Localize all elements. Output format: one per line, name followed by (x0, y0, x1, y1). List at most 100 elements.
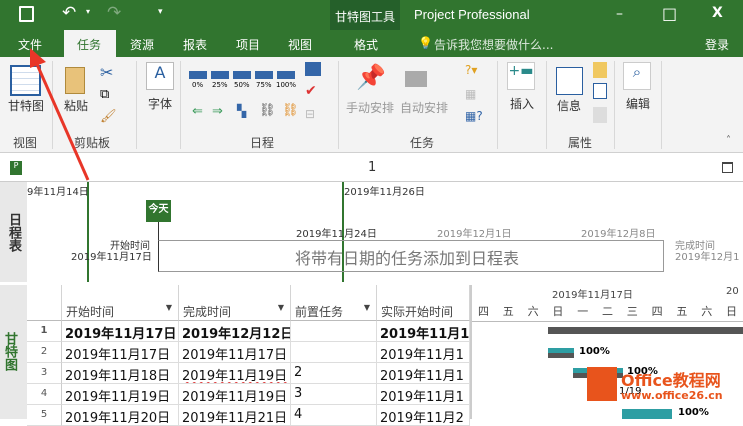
indent-icon[interactable]: ⇒ (212, 104, 223, 119)
cell-finish[interactable]: 2019年11月19日 (179, 363, 291, 384)
timeline-placeholder: 将带有日期的任务添加到日程表 (295, 249, 520, 268)
cell-predecessors[interactable]: 2 (291, 363, 377, 384)
tab-format[interactable]: 格式 (354, 36, 378, 53)
maximize-button[interactable]: □ (662, 4, 677, 23)
tell-me-input[interactable]: 告诉我您想要做什么... (434, 36, 553, 53)
split-icon[interactable]: ▚ (237, 104, 246, 118)
cell-actual-start[interactable]: 2019年11月1 (377, 363, 470, 384)
link-icon[interactable]: ⛓ (259, 103, 276, 118)
page-number: 1 (368, 160, 377, 175)
percent-25-label: 25% (212, 81, 228, 89)
sign-in-link[interactable]: 登录 (705, 36, 729, 53)
cell-predecessors[interactable]: 4 (291, 405, 377, 426)
copy-icon[interactable]: ⧉ (100, 87, 109, 102)
auto-schedule-button[interactable]: 自动安排 (400, 99, 448, 116)
respect-links-icon[interactable] (305, 62, 321, 76)
inspect-icon[interactable]: ?▾ (465, 63, 477, 77)
cell-actual-start[interactable]: 2019年11月1 (377, 321, 470, 342)
summary-bar[interactable] (548, 327, 743, 334)
details-icon[interactable] (593, 83, 607, 99)
cell-start[interactable]: 2019年11月18日 (62, 363, 179, 384)
save-icon[interactable] (19, 6, 34, 22)
cut-icon[interactable]: ✂ (100, 63, 113, 82)
percent-50-label: 50% (234, 81, 250, 89)
restore-view-button[interactable] (722, 162, 733, 173)
cell-predecessors[interactable]: 3 (291, 384, 377, 405)
percent-25-icon[interactable] (211, 71, 229, 79)
task-table: 甘特图 开始时间 ▼ 完成时间 ▼ 前置任务 ▼ 实际开始时间 1 2019年11月17… (0, 285, 470, 426)
paste-button[interactable]: 粘贴 (64, 97, 88, 114)
task-bar-5[interactable] (622, 409, 672, 419)
format-painter-icon[interactable]: 🖌 (100, 109, 117, 124)
insert-button[interactable]: 插入 (510, 95, 534, 112)
outdent-icon[interactable]: ⇐ (192, 104, 203, 119)
cell-actual-start[interactable]: 2019年11月1 (377, 342, 470, 363)
cell-finish[interactable]: 2019年11月17日 (179, 342, 291, 363)
cell-start[interactable]: 2019年11月17日 (62, 321, 179, 342)
group-label-tasks: 任务 (410, 136, 435, 150)
context-tool-title: 甘特图工具 (335, 10, 396, 24)
cell-start[interactable]: 2019年11月17日 (62, 342, 179, 363)
gantt-day-label: 四 (478, 305, 489, 318)
gantt-day-label: 一 (577, 305, 589, 318)
gantt-day-label: 五 (502, 305, 514, 318)
information-button[interactable]: 信息 (557, 97, 581, 114)
cell-predecessors[interactable] (291, 321, 377, 342)
customize-qat-icon[interactable]: ▾ (158, 7, 163, 17)
cell-finish[interactable]: 2019年12月12日 (179, 321, 291, 342)
gantt-day-label: 六 (701, 305, 713, 318)
column-header-start[interactable]: 开始时间 ▼ (62, 285, 179, 321)
cell-start[interactable]: 2019年11月19日 (62, 384, 179, 405)
percent-100-icon[interactable] (277, 71, 295, 79)
pin-icon: 📌 (356, 63, 386, 91)
gantt-chart: 2019年11月17日 20 四五六日一二三四五六日 100% 100% 1/1… (470, 285, 743, 419)
timeline-side-label: 日程表 (0, 182, 27, 282)
tab-view[interactable]: 视图 (288, 36, 312, 53)
close-button[interactable]: X (712, 5, 723, 21)
today-marker: 今天 (146, 200, 171, 222)
gantt-day-label: 五 (676, 305, 688, 318)
column-header-predecessors[interactable]: 前置任务 ▼ (291, 285, 377, 321)
tab-task[interactable]: 任务 (64, 30, 116, 57)
column-header-actual-start[interactable]: 实际开始时间 (377, 285, 470, 321)
undo-dropdown-icon[interactable]: ▾ (86, 7, 90, 16)
row-number: 2 (27, 342, 62, 363)
task-bar-2[interactable] (548, 348, 574, 358)
ribbon-tabs: 文件 任务 资源 报表 项目 视图 格式 💡 告诉我您想要做什么... 登录 (0, 30, 743, 57)
undo-icon[interactable]: ↶ (62, 3, 76, 23)
cell-predecessors[interactable] (291, 342, 377, 363)
gantt-side-label: 甘特图 (0, 285, 27, 419)
tab-resource[interactable]: 资源 (130, 36, 154, 53)
cell-start[interactable]: 2019年11月20日 (62, 405, 179, 426)
row-number: 3 (27, 363, 62, 384)
font-button[interactable]: 字体 (148, 95, 172, 112)
notes-icon[interactable] (593, 62, 607, 78)
collapse-ribbon-icon[interactable]: ˄ (726, 135, 731, 146)
percent-50-icon[interactable] (233, 71, 251, 79)
unlink-icon[interactable]: ⛓ (282, 103, 299, 118)
cell-actual-start[interactable]: 2019年11月2 (377, 405, 470, 426)
find-icon: ⌕ (623, 62, 651, 90)
group-label-clipboard: 剪贴板 (74, 136, 111, 150)
editing-button[interactable]: 编辑 (626, 95, 650, 112)
row-number: 1 (27, 321, 62, 342)
manual-schedule-button[interactable]: 手动安排 (346, 99, 394, 116)
cell-finish[interactable]: 2019年11月21日 (179, 405, 291, 426)
percent-75-icon[interactable] (255, 71, 273, 79)
row-number: 4 (27, 384, 62, 405)
group-label-schedule: 日程 (250, 136, 275, 150)
percent-0-icon[interactable] (189, 71, 207, 79)
cell-finish[interactable]: 2019年11月19日 (179, 384, 291, 405)
column-header-finish[interactable]: 完成时间 ▼ (179, 285, 291, 321)
tab-file[interactable]: 文件 (18, 36, 42, 53)
mark-on-track-icon[interactable]: ✔ (305, 83, 317, 99)
tab-project[interactable]: 项目 (236, 36, 260, 53)
cell-actual-start[interactable]: 2019年11月1 (377, 384, 470, 405)
gantt-chart-button[interactable]: 甘特图 (8, 97, 44, 114)
auto-schedule-icon (405, 71, 427, 87)
tab-report[interactable]: 报表 (183, 36, 207, 53)
mode-icon[interactable]: ▦? (465, 109, 483, 123)
timeline-scale-date: 2019年12月8日 (581, 229, 656, 240)
inactivate-icon[interactable]: ⊟ (305, 107, 315, 121)
minimize-button[interactable]: – (616, 6, 623, 22)
